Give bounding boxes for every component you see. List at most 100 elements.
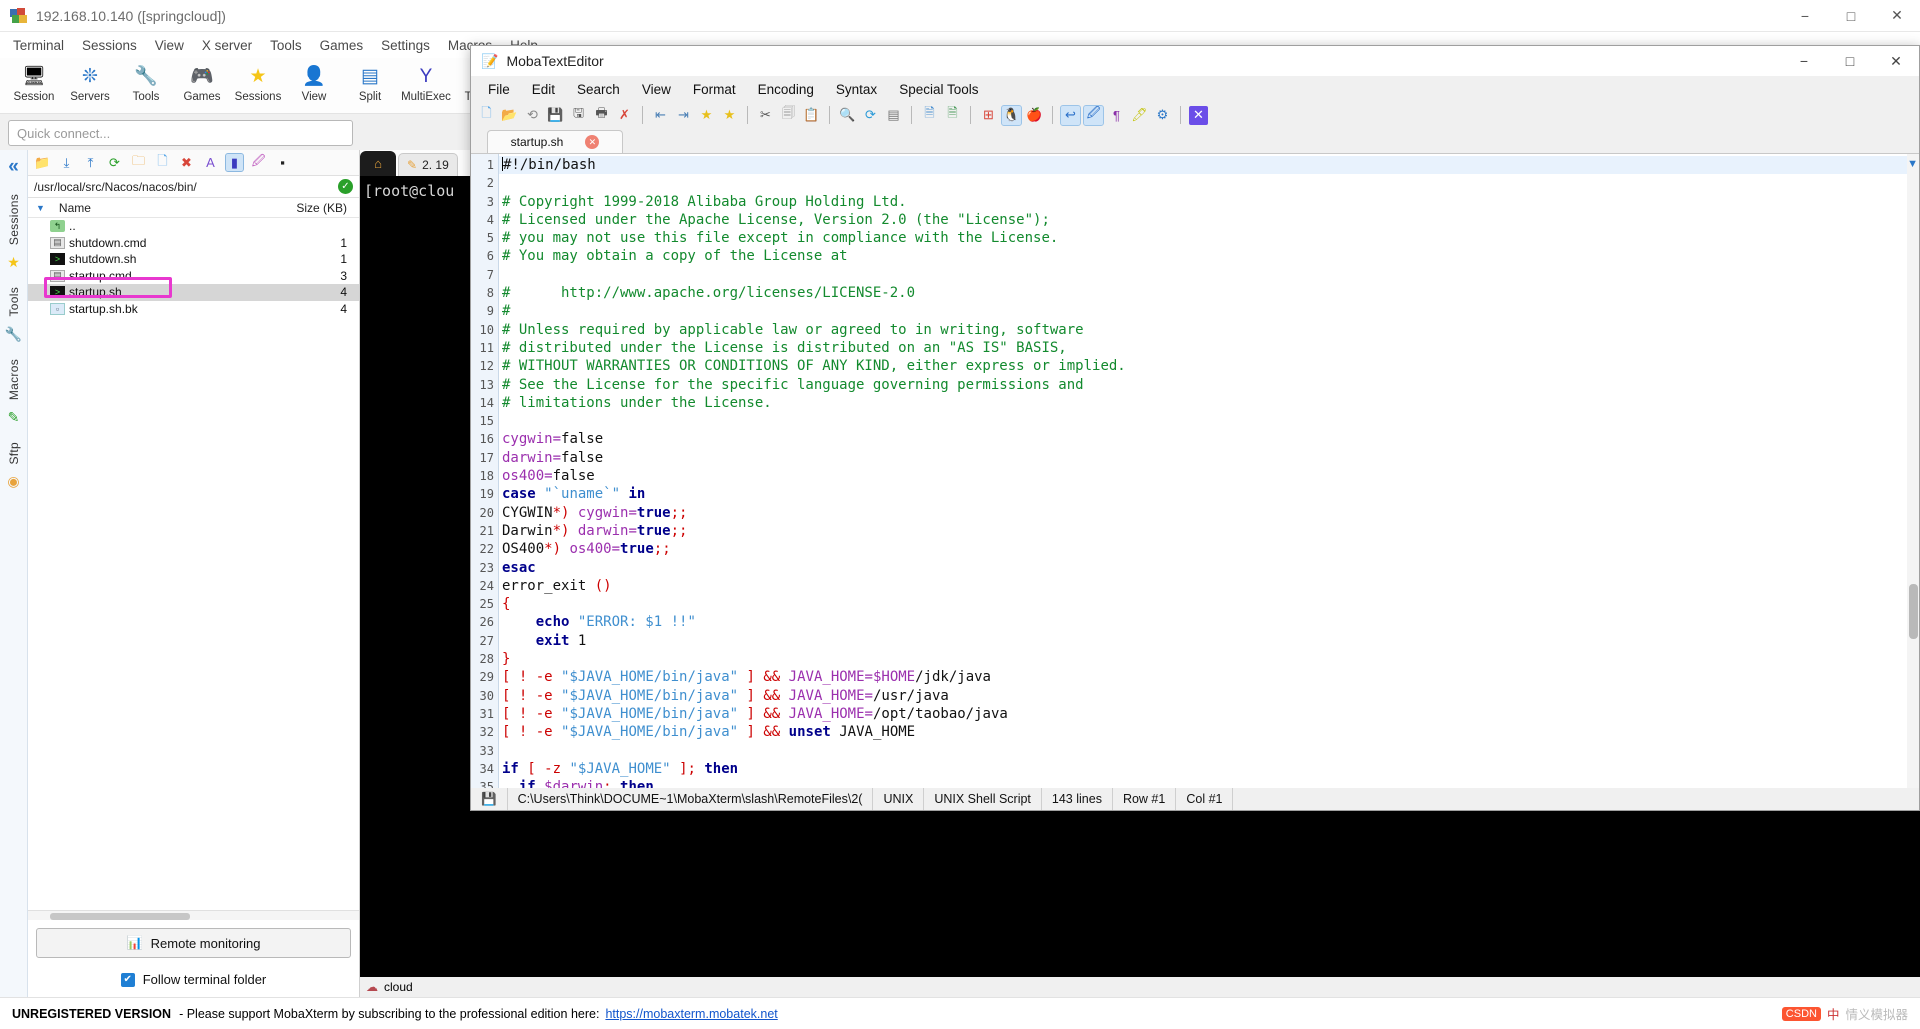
code-line[interactable] xyxy=(499,174,1919,192)
code-line[interactable]: echo "ERROR: $1 !!" xyxy=(499,613,1919,631)
editor-text-area[interactable]: 1 2 3 4 5 6 7 8 9 10 11 12 13 14 15 16 17 18 19 20 21 22 23 24 2… xyxy=(471,153,1919,788)
code-line[interactable]: case "`uname`" in xyxy=(499,485,1919,503)
pilcrow-icon[interactable]: ¶ xyxy=(1107,106,1126,125)
quick-connect-input[interactable]: Quick connect... xyxy=(8,120,353,146)
paste-icon[interactable]: 📋 xyxy=(802,106,821,125)
sftp-path-bar[interactable]: /usr/local/src/Nacos/nacos/bin/ ✓ xyxy=(28,176,359,198)
bookmark-add-icon[interactable]: ★ xyxy=(697,106,716,125)
home-tab[interactable]: ⌂ xyxy=(360,151,396,176)
code-line[interactable]: # limitations under the License. xyxy=(499,394,1919,412)
save-as-icon[interactable]: 🖫 xyxy=(569,105,588,125)
code-line[interactable]: # http://www.apache.org/licenses/LICENSE… xyxy=(499,284,1919,302)
terminal-icon[interactable]: ▪ xyxy=(274,154,291,171)
code-line[interactable]: # distributed under the License is distr… xyxy=(499,339,1919,357)
scrollbar-thumb[interactable] xyxy=(1909,584,1918,639)
reload-icon[interactable]: ⟲ xyxy=(523,106,542,125)
editor-minimize-button[interactable]: − xyxy=(1781,46,1827,76)
bookmark-next-icon[interactable]: ★ xyxy=(720,106,739,125)
toolbar-games[interactable]: 🎮 Games xyxy=(174,60,230,104)
print-icon[interactable]: 🖶 xyxy=(592,105,611,125)
follow-terminal-folder-checkbox[interactable]: ✔ xyxy=(120,972,135,987)
rail-tab-macros[interactable]: Macros xyxy=(7,353,21,406)
highlighter-icon[interactable]: 🖊 xyxy=(1130,106,1149,125)
editor-menu-encoding[interactable]: Encoding xyxy=(747,79,825,100)
redo-icon[interactable]: 🖉 xyxy=(1083,104,1104,126)
toolbar-view[interactable]: 👤 View xyxy=(286,60,342,104)
file-list[interactable]: ↰ .. ▤ shutdown.cmd 1 > shutdown.sh 1 ▤ … xyxy=(28,218,359,910)
code-line[interactable]: [ ! -e "$JAVA_HOME/bin/java" ] && JAVA_H… xyxy=(499,705,1919,723)
rail-tab-sftp[interactable]: Sftp xyxy=(7,436,21,471)
code-line[interactable]: os400=false xyxy=(499,467,1919,485)
toolbar-multiexec[interactable]: Y MultiExec xyxy=(398,60,454,104)
mac-format-icon[interactable]: 🍎 xyxy=(1025,106,1044,125)
sort-descending-icon[interactable]: ▼ xyxy=(36,203,45,213)
code-line[interactable]: error_exit () xyxy=(499,577,1919,595)
close-button[interactable]: ✕ xyxy=(1874,0,1920,32)
menu-xserver[interactable]: X server xyxy=(193,35,261,56)
toolbar-tools[interactable]: 🔧 Tools xyxy=(118,60,174,104)
rail-tab-tools[interactable]: Tools xyxy=(7,281,21,323)
editor-vertical-scrollbar[interactable]: ▼ xyxy=(1907,154,1919,788)
code-line[interactable]: if $darwin; then xyxy=(499,778,1919,788)
new-folder-icon[interactable]: 🗀 xyxy=(130,153,147,171)
menu-tools[interactable]: Tools xyxy=(261,35,311,56)
code-line[interactable]: # See the License for the specific langu… xyxy=(499,376,1919,394)
code-line[interactable]: } xyxy=(499,650,1919,668)
goto-line-icon[interactable]: ▤ xyxy=(884,106,903,125)
copy-icon[interactable]: 🗐 xyxy=(779,105,798,125)
download-icon[interactable]: ⤓ xyxy=(58,154,75,171)
code-line[interactable]: { xyxy=(499,595,1919,613)
binary-mode-icon[interactable]: ▮ xyxy=(225,153,244,172)
delete-icon[interactable]: ✖ xyxy=(178,154,195,171)
code-line[interactable]: [ ! -e "$JAVA_HOME/bin/java" ] && JAVA_H… xyxy=(499,687,1919,705)
sftp-horizontal-scrollbar[interactable] xyxy=(28,910,359,920)
code-line[interactable]: CYGWIN*) cygwin=true;; xyxy=(499,504,1919,522)
find-icon[interactable]: 🔍 xyxy=(838,106,857,125)
menu-terminal[interactable]: Terminal xyxy=(4,35,73,56)
editor-menu-file[interactable]: File xyxy=(477,79,521,100)
code-line[interactable]: # Copyright 1999-2018 Alibaba Group Hold… xyxy=(499,193,1919,211)
collapse-panel-icon[interactable]: « xyxy=(8,156,19,178)
code-line[interactable]: Darwin*) darwin=true;; xyxy=(499,522,1919,540)
settings-icon[interactable]: ⚙ xyxy=(1153,106,1172,125)
remote-monitoring-button[interactable]: 📊 Remote monitoring xyxy=(36,928,351,958)
code-line[interactable]: cygwin=false xyxy=(499,430,1919,448)
rail-tab-sessions[interactable]: Sessions xyxy=(7,188,21,251)
outdent-icon[interactable]: ⇤ xyxy=(651,106,670,125)
save-icon[interactable]: 💾 xyxy=(546,106,565,125)
code-line[interactable]: if [ -z "$JAVA_HOME" ]; then xyxy=(499,760,1919,778)
follow-terminal-folder-row[interactable]: ✔ Follow terminal folder xyxy=(28,966,359,997)
code-line[interactable]: # you may not use this file except in co… xyxy=(499,229,1919,247)
menu-settings[interactable]: Settings xyxy=(372,35,439,56)
mobaxterm-link[interactable]: https://mobaxterm.mobatek.net xyxy=(605,1007,777,1021)
code-line[interactable]: OS400*) os400=true;; xyxy=(499,540,1919,558)
menu-games[interactable]: Games xyxy=(311,35,373,56)
linux-format-icon[interactable]: 🐧 xyxy=(1001,104,1022,126)
editor-menu-special-tools[interactable]: Special Tools xyxy=(888,79,989,100)
editor-menu-syntax[interactable]: Syntax xyxy=(825,79,888,100)
list-item[interactable]: > shutdown.sh 1 xyxy=(28,251,359,268)
code-line[interactable]: [ ! -e "$JAVA_HOME/bin/java" ] && unset … xyxy=(499,723,1919,741)
upload-icon[interactable]: ⤒ xyxy=(82,154,99,171)
code-line[interactable] xyxy=(499,412,1919,430)
code-line[interactable]: # xyxy=(499,302,1919,320)
code-line[interactable]: [ ! -e "$JAVA_HOME/bin/java" ] && JAVA_H… xyxy=(499,668,1919,686)
code-line[interactable]: #!/bin/bash xyxy=(499,156,1919,175)
toolbar-session[interactable]: 🖥 Session xyxy=(6,60,62,104)
scroll-down-icon[interactable]: ▼ xyxy=(1907,158,1918,170)
code-line[interactable]: esac xyxy=(499,559,1919,577)
toolbar-sessions[interactable]: ★ Sessions xyxy=(230,60,286,104)
editor-menu-view[interactable]: View xyxy=(631,79,682,100)
minimize-button[interactable]: − xyxy=(1782,0,1828,32)
code-line[interactable]: # Licensed under the Apache License, Ver… xyxy=(499,211,1919,229)
new-file-icon[interactable]: 🗋 xyxy=(154,153,171,171)
code-line[interactable]: exit 1 xyxy=(499,632,1919,650)
merge-icon[interactable]: 🗎 xyxy=(943,105,962,125)
code-line[interactable]: # Unless required by applicable law or a… xyxy=(499,321,1919,339)
menu-sessions[interactable]: Sessions xyxy=(73,35,146,56)
indent-icon[interactable]: ⇥ xyxy=(674,106,693,125)
code-line[interactable] xyxy=(499,742,1919,760)
new-file-icon[interactable]: 🗋 xyxy=(477,105,496,125)
editor-tab-startup-sh[interactable]: startup.sh ✕ xyxy=(487,130,623,153)
code-line[interactable]: # You may obtain a copy of the License a… xyxy=(499,247,1919,265)
